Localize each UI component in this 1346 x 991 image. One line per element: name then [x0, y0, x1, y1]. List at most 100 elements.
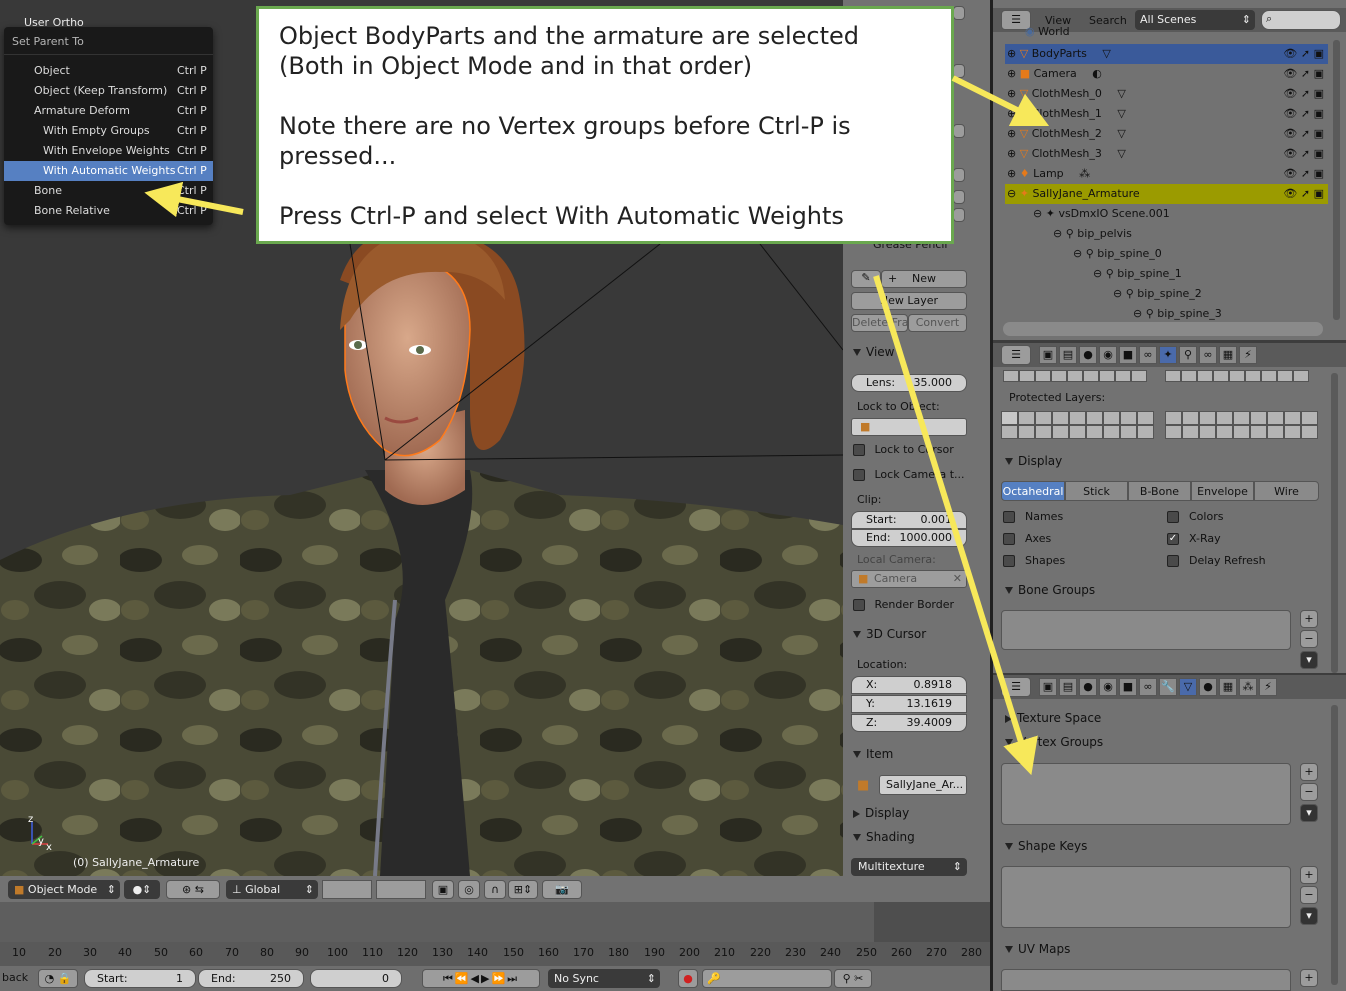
- proportional-edit-icon[interactable]: ◎: [458, 880, 480, 899]
- protected-layer-grid[interactable]: [1165, 411, 1318, 439]
- outliner-row-clothmesh-2[interactable]: ⊕ ▽ ClothMesh_2 ▽ 👁 ➚ ▣: [1005, 124, 1328, 144]
- shape-keys-list[interactable]: [1001, 866, 1291, 928]
- outliner-row-sallyjane-armature[interactable]: ⊖ ✦ SallyJane_Armature 👁 ➚ ▣: [1005, 184, 1328, 204]
- item-panel-header[interactable]: Item: [853, 747, 893, 761]
- sidebar-toggle[interactable]: [953, 168, 965, 182]
- editor-type-icon[interactable]: ☰: [1001, 345, 1031, 365]
- cursor-z-field[interactable]: Z: 39.4009: [851, 714, 967, 732]
- uv-maps-list[interactable]: [1001, 969, 1291, 991]
- render-icon[interactable]: 📷: [542, 880, 582, 899]
- shading-panel-header[interactable]: Shading: [853, 830, 915, 844]
- vertex-groups-list[interactable]: [1001, 763, 1291, 825]
- colors-checkbox[interactable]: Colors: [1167, 510, 1223, 523]
- protected-layer-grid[interactable]: [1001, 411, 1154, 439]
- sidebar-toggle[interactable]: [953, 124, 965, 138]
- remove-button[interactable]: −: [1300, 630, 1318, 648]
- pivot-icon[interactable]: ⊛ ⇆: [166, 880, 220, 899]
- outliner-hscrollbar[interactable]: [1003, 322, 1323, 336]
- outliner-row-scene[interactable]: ⊖ ✦ vsDmxIO Scene.001: [1033, 204, 1328, 224]
- sidebar-toggle[interactable]: [953, 208, 965, 222]
- properties-tabs[interactable]: ▣ ▤ ● ◉ ■ ∞ 🔧 ▽ ● ▦ ⁂ ⚡: [1039, 678, 1279, 696]
- start-frame-field[interactable]: Start: 1: [84, 969, 196, 988]
- add-button[interactable]: +: [1300, 969, 1318, 987]
- outliner-row-bone[interactable]: ⊖ ⚲ bip_spine_0: [1073, 244, 1328, 264]
- shading-select[interactable]: ●⇕: [124, 880, 160, 899]
- lock-camera-checkbox[interactable]: Lock Camera t...: [853, 468, 965, 481]
- display-panel-header[interactable]: Display: [853, 806, 909, 820]
- menu-item-with-automatic-weights[interactable]: With Automatic Weights Ctrl P: [4, 161, 213, 181]
- view-panel-header[interactable]: View: [853, 345, 894, 359]
- sync-select[interactable]: No Sync ⇕: [548, 969, 660, 988]
- menu-item-object[interactable]: Object Ctrl P: [4, 61, 213, 81]
- outliner-row-bone[interactable]: ⊖ ⚲ bip_pelvis: [1053, 224, 1328, 244]
- specials-button[interactable]: ▾: [1300, 651, 1318, 669]
- shape-keys-panel-header[interactable]: Shape Keys: [1005, 839, 1087, 853]
- snap-target-icon[interactable]: ⊞⇕: [508, 880, 538, 899]
- bone-groups-list[interactable]: [1001, 610, 1291, 650]
- shapes-checkbox[interactable]: Shapes: [1003, 554, 1065, 567]
- render-border-checkbox[interactable]: Render Border: [853, 598, 954, 611]
- add-button[interactable]: +: [1300, 610, 1318, 628]
- cursor-x-field[interactable]: X: 0.8918: [851, 676, 967, 694]
- menu-item-with-empty-groups[interactable]: With Empty Groups Ctrl P: [4, 121, 213, 141]
- menu-item-bone[interactable]: Bone Ctrl P: [4, 181, 213, 201]
- uv-maps-panel-header[interactable]: UV Maps: [1005, 942, 1070, 956]
- outliner-scrollbar[interactable]: [1333, 40, 1340, 320]
- shading-mode-select[interactable]: Multitexture ⇕: [851, 858, 967, 876]
- names-checkbox[interactable]: Names: [1003, 510, 1063, 523]
- orientation-select[interactable]: ⊥ Global ⇕: [226, 880, 318, 899]
- lens-field[interactable]: Lens: 35.000: [851, 374, 967, 392]
- mode-select[interactable]: ■ Object Mode ⇕: [8, 880, 120, 899]
- display-type-tabs[interactable]: Octahedral Stick B-Bone Envelope Wire: [1001, 481, 1319, 501]
- layer-buttons[interactable]: [322, 880, 372, 899]
- add-button[interactable]: +: [1300, 866, 1318, 884]
- sidebar-toggle[interactable]: [953, 190, 965, 204]
- properties-scrollbar[interactable]: [1331, 373, 1338, 673]
- specials-button[interactable]: ▾: [1300, 907, 1318, 925]
- properties-scrollbar[interactable]: [1331, 705, 1338, 985]
- add-button[interactable]: +: [1300, 763, 1318, 781]
- outliner-row-clothmesh-3[interactable]: ⊕ ▽ ClothMesh_3 ▽ 👁 ➚ ▣: [1005, 144, 1328, 164]
- outliner-row-clothmesh-1[interactable]: ⊕ ▽ ClothMesh_1 ▽ 👁 ➚ ▣: [1005, 104, 1328, 124]
- new-layer-button[interactable]: New Layer: [851, 292, 967, 310]
- clip-start-field[interactable]: Start: 0.001: [851, 511, 967, 529]
- outliner-row-camera[interactable]: ⊕ ■ Camera ◐ 👁 ➚ ▣: [1005, 64, 1328, 84]
- axes-checkbox[interactable]: Axes: [1003, 532, 1051, 545]
- outliner-row-lamp[interactable]: ⊕ ♦ Lamp ⁂ 👁 ➚ ▣: [1005, 164, 1328, 184]
- xray-checkbox[interactable]: ✓ X-Ray: [1167, 532, 1221, 545]
- keyframe-icons[interactable]: ⚲ ✂: [834, 969, 872, 988]
- outliner-row-clothmesh-0[interactable]: ⊕ ▽ ClothMesh_0 ▽ 👁 ➚ ▣: [1005, 84, 1328, 104]
- bone-groups-panel-header[interactable]: Bone Groups: [1005, 583, 1095, 597]
- menu-item-with-envelope-weights[interactable]: With Envelope Weights Ctrl P: [4, 141, 213, 161]
- outliner-row-bone[interactable]: ⊖ ⚲ bip_spine_2: [1113, 284, 1328, 304]
- sidebar-toggle[interactable]: [953, 6, 965, 20]
- draw-pencil-icon[interactable]: ✎: [851, 270, 881, 288]
- vertex-groups-panel-header[interactable]: Vertex Groups: [1005, 735, 1103, 749]
- layer-buttons[interactable]: [376, 880, 426, 899]
- keying-set-field[interactable]: 🔑: [702, 969, 832, 988]
- outliner-row-bone[interactable]: ⊖ ⚲ bip_spine_3: [1133, 304, 1328, 324]
- cursor-y-field[interactable]: Y: 13.1619: [851, 695, 967, 713]
- snap-icon[interactable]: ∩: [484, 880, 506, 899]
- timeline[interactable]: 10 20 30 40 50 60 70 80 90 100 110 120 1…: [0, 902, 990, 966]
- playback-menu[interactable]: back: [2, 971, 28, 984]
- editor-type-icon[interactable]: ☰: [1001, 677, 1031, 697]
- display-panel-header[interactable]: Display: [1005, 454, 1062, 468]
- current-frame-field[interactable]: 0: [310, 969, 402, 988]
- remove-button[interactable]: −: [1300, 783, 1318, 801]
- record-icon[interactable]: ●: [678, 969, 698, 988]
- new-grease-button[interactable]: + New: [881, 270, 967, 288]
- outliner-row-world[interactable]: ◉ World: [1025, 25, 1346, 39]
- delay-refresh-checkbox[interactable]: Delay Refresh: [1167, 554, 1266, 567]
- outliner-row-bone[interactable]: ⊖ ⚲ bip_spine_1: [1093, 264, 1328, 284]
- properties-tabs[interactable]: ▣ ▤ ● ◉ ■ ∞ ✦ ⚲ ∞ ▦ ⚡: [1039, 346, 1269, 364]
- playback-controls[interactable]: ⏮⏪◀▶⏩⏭: [422, 969, 540, 988]
- 3d-cursor-panel-header[interactable]: 3D Cursor: [853, 627, 926, 641]
- remove-button[interactable]: −: [1300, 886, 1318, 904]
- clip-end-field[interactable]: End: 1000.000: [851, 529, 967, 547]
- layer-lock-icon[interactable]: ▣: [432, 880, 454, 899]
- keying-icon[interactable]: ◔ 🔒: [38, 969, 78, 988]
- menu-item-armature-deform[interactable]: Armature Deform Ctrl P: [4, 101, 213, 121]
- specials-button[interactable]: ▾: [1300, 804, 1318, 822]
- delete-frame-button[interactable]: Delete Fra: [851, 314, 908, 332]
